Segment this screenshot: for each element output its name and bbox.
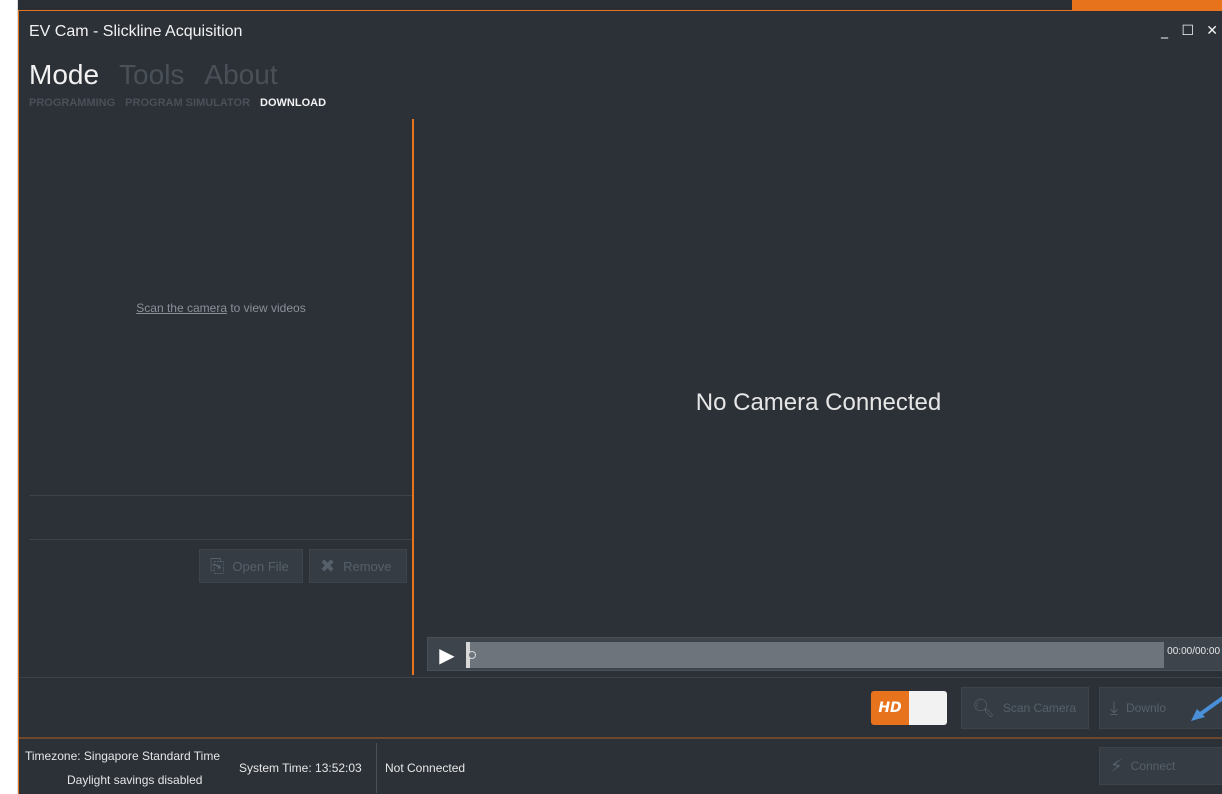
connection-status: Not Connected [385, 761, 466, 775]
status-bar: Timezone: Singapore Standard Time Daylig… [19, 741, 1222, 794]
connect-button[interactable]: ⚡︎ Connect [1099, 747, 1222, 785]
video-player-controls: ▶ 00:00/00:00 [427, 637, 1222, 671]
scan-camera-link[interactable]: Scan the camera [136, 301, 227, 315]
scan-camera-button[interactable]: 🔍︎ Scan Camera [961, 687, 1089, 729]
play-icon: ▶ [439, 643, 455, 667]
annotation-arrow-icon [1191, 696, 1222, 721]
connect-label: Connect [1130, 759, 1176, 773]
toolbar-divider [19, 677, 1222, 678]
maximize-button[interactable]: ☐ [1181, 23, 1194, 39]
scan-message: Scan the camera to view videos [29, 301, 413, 315]
search-icon: 🔍︎ [972, 697, 995, 718]
open-file-label: Open File [232, 558, 289, 574]
open-file-icon: ⎘ [210, 555, 225, 576]
window-title: EV Cam - Slickline Acquisition [29, 23, 243, 40]
tab-programming[interactable]: PROGRAMMING [29, 97, 115, 109]
download-icon: ⤓ [1110, 697, 1118, 718]
remove-label: Remove [343, 558, 392, 574]
tab-download[interactable]: DOWNLOAD [260, 97, 326, 109]
timezone-text: Timezone: Singapore Standard Time [25, 749, 220, 763]
sub-menu: PROGRAMMING PROGRAM SIMULATOR DOWNLOAD [29, 97, 326, 109]
minimize-button[interactable]: _ [1161, 23, 1168, 39]
menu-item-tools[interactable]: Tools [119, 59, 184, 91]
seek-dot [468, 651, 476, 659]
timecode: 00:00/00:00 [1167, 646, 1220, 657]
scan-message-suffix: to view videos [227, 301, 306, 315]
download-label: Downlo [1125, 701, 1166, 715]
remove-icon: ✖ [320, 555, 336, 576]
remove-button[interactable]: ✖ Remove [309, 549, 407, 583]
plug-icon: ⚡︎ [1110, 755, 1123, 776]
status-divider [19, 737, 1222, 739]
seek-bar[interactable] [466, 642, 1164, 668]
title-bar[interactable]: EV Cam - Slickline Acquisition _ ☐ ✕ [19, 11, 1222, 51]
system-time: System Time: 13:52:03 [239, 761, 362, 775]
video-preview-area: No Camera Connected [414, 119, 1222, 675]
status-separator [376, 743, 377, 793]
app-window: EV Cam - Slickline Acquisition _ ☐ ✕ Mod… [18, 10, 1222, 794]
list-divider-top [29, 495, 413, 496]
no-camera-message: No Camera Connected [695, 389, 942, 416]
video-list-pane: Scan the camera to view videos ⎘ Open Fi… [29, 119, 413, 671]
dst-text: Daylight savings disabled [67, 773, 203, 787]
close-button[interactable]: ✕ [1206, 23, 1218, 39]
list-divider-bottom [29, 539, 413, 540]
hd-toggle-knob [909, 691, 947, 725]
hd-toggle[interactable]: HD [871, 691, 947, 725]
scan-camera-label: Scan Camera [1002, 701, 1077, 715]
desktop-top-strip [18, 0, 1222, 10]
main-menu: Mode Tools About [29, 59, 278, 95]
tab-program-simulator[interactable]: PROGRAM SIMULATOR [125, 97, 250, 109]
hd-label: HD [871, 691, 909, 725]
desktop-orange-banner [1072, 0, 1222, 10]
menu-item-mode[interactable]: Mode [29, 59, 99, 91]
open-file-button[interactable]: ⎘ Open File [199, 549, 303, 583]
desktop-left-strip [0, 0, 18, 794]
play-button[interactable]: ▶ [430, 640, 464, 670]
menu-item-about[interactable]: About [204, 59, 277, 91]
